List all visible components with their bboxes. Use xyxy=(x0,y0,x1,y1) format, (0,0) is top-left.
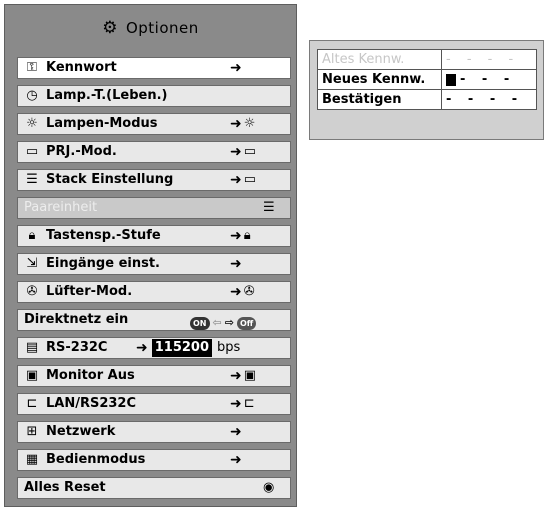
direct-power-toggle[interactable]: ON ⇦ ⇨ Off xyxy=(190,313,257,330)
menu-item-label: RS-232C xyxy=(46,340,108,355)
menu-item-label: Kennwort xyxy=(46,60,117,75)
menu-item-label: Eingänge einst. xyxy=(46,256,160,271)
gears-icon: ⚙ xyxy=(102,18,118,38)
menu-item-luefter-mod[interactable]: ✇ Lüfter-Mod. ➜ ✇ xyxy=(17,281,291,303)
stack-icon: ☰ xyxy=(26,172,38,187)
key-icon: ⚿ xyxy=(27,60,37,75)
confirm-password-label: Bestätigen xyxy=(317,89,442,110)
fan-icon: ✇ xyxy=(243,284,255,299)
on-pill[interactable]: ON xyxy=(190,316,210,330)
menu-item-direktnetz-ein[interactable]: Direktnetz ein ON ⇦ ⇨ Off xyxy=(17,309,291,331)
confirm-password-value[interactable]: - - - - xyxy=(441,89,537,110)
menu-item-label: LAN/RS232C xyxy=(46,396,137,411)
old-password-label: Altes Kennw. xyxy=(317,49,442,70)
menu-item-monitor-aus[interactable]: ▣ Monitor Aus ➜ ▣ xyxy=(17,365,291,387)
arrow-left-icon: ⇦ xyxy=(212,316,222,329)
arrow-right-icon: ⇨ xyxy=(224,316,234,329)
menu-item-label: Direktnetz ein xyxy=(24,312,129,327)
pair-icon: ☰ xyxy=(263,200,275,215)
menu-item-label: Lüfter-Mod. xyxy=(46,284,133,299)
menu-item-label: Lamp.-T.(Leben.) xyxy=(46,88,168,103)
arrow-right-icon: ➜ xyxy=(230,144,242,160)
old-password-value[interactable]: - - - - xyxy=(441,49,537,70)
new-password-row: Neues Kennw. - - - xyxy=(317,69,537,90)
arrow-right-icon: ➜ xyxy=(230,60,242,76)
menu-item-label: Monitor Aus xyxy=(46,368,135,383)
menu-item-lamp-timer[interactable]: ◷ Lamp.-T.(Leben.) xyxy=(17,85,291,107)
menu-item-lampen-modus[interactable]: ☼ Lampen-Modus ➜ ☼ xyxy=(17,113,291,135)
stack-setting-icon: ▭ xyxy=(243,172,257,187)
arrow-right-icon: ➜ xyxy=(230,172,242,188)
menu-item-label: Bedienmodus xyxy=(46,452,146,467)
menu-item-label: Alles Reset xyxy=(24,480,106,495)
arrow-right-icon: ➜ xyxy=(230,284,242,300)
arrow-right-icon: ➜ xyxy=(230,424,242,440)
menu-item-label: Stack Einstellung xyxy=(46,172,174,187)
password-table: Altes Kennw. - - - - Neues Kennw. - - - … xyxy=(317,49,537,110)
menu-title-text: Optionen xyxy=(125,19,199,37)
menu-item-label: PRJ.-Mod. xyxy=(46,144,117,159)
baud-rate-value[interactable]: 115200 xyxy=(151,339,213,357)
menu-item-label: Netzwerk xyxy=(46,424,116,439)
baud-unit: bps xyxy=(217,340,241,355)
lan-icon: ⊏ xyxy=(243,396,255,411)
confirm-password-row: Bestätigen - - - - xyxy=(317,89,537,110)
menu-item-label: Tastensp.-Stufe xyxy=(46,228,161,243)
lamp-mode-icon: ☼ xyxy=(243,116,256,131)
lock-icon: 🔒︎ xyxy=(243,228,251,243)
lamp-timer-icon: ◷ xyxy=(26,88,38,103)
rs232-icon: ▤ xyxy=(25,340,39,355)
menu-title: ⚙ Optionen xyxy=(5,5,296,51)
arrow-right-icon: ➜ xyxy=(136,340,148,356)
projection-icon: ▭ xyxy=(243,144,257,159)
menu-item-label: Lampen-Modus xyxy=(46,116,158,131)
operation-icon: ▦ xyxy=(25,452,39,467)
network-icon: ⊞ xyxy=(26,424,38,439)
monitor-icon: ▣ xyxy=(25,368,39,383)
arrow-right-icon: ➜ xyxy=(230,396,242,412)
menu-item-rs232c[interactable]: ▤ RS-232C ➜ 115200 bps xyxy=(17,337,291,359)
input-cursor xyxy=(446,73,456,86)
arrow-right-icon: ➜ xyxy=(230,368,242,384)
menu-item-alles-reset[interactable]: Alles Reset ◉ xyxy=(17,477,291,499)
new-password-value: - - - xyxy=(460,72,516,87)
menu-item-netzwerk[interactable]: ⊞ Netzwerk ➜ xyxy=(17,421,291,443)
reset-icon: ◉ xyxy=(263,480,275,495)
new-password-label: Neues Kennw. xyxy=(317,69,442,90)
menu-item-label: Paareinheit xyxy=(24,200,98,215)
input-icon: ⇲ xyxy=(26,256,38,271)
menu-item-lan-rs232c[interactable]: ⊏ LAN/RS232C ➜ ⊏ xyxy=(17,393,291,415)
arrow-right-icon: ➜ xyxy=(230,256,242,272)
menu-item-tastensp-stufe[interactable]: 🔒︎ Tastensp.-Stufe ➜ 🔒︎ xyxy=(17,225,291,247)
menu-item-bedienmodus[interactable]: ▦ Bedienmodus ➜ xyxy=(17,449,291,471)
menu-item-paareinheit: Paareinheit ☰ xyxy=(17,197,291,219)
arrow-right-icon: ➜ xyxy=(230,116,242,132)
password-panel: Altes Kennw. - - - - Neues Kennw. - - - … xyxy=(309,40,544,140)
old-password-row: Altes Kennw. - - - - xyxy=(317,49,537,70)
menu-item-eingaenge-einst[interactable]: ⇲ Eingänge einst. ➜ xyxy=(17,253,291,275)
arrow-right-icon: ➜ xyxy=(230,228,242,244)
fan-icon: ✇ xyxy=(26,284,38,299)
menu-item-stack-einstellung[interactable]: ☰ Stack Einstellung ➜ ▭ xyxy=(17,169,291,191)
lock-icon: 🔒︎ xyxy=(28,228,36,243)
menu-item-prj-mod[interactable]: ▭ PRJ.-Mod. ➜ ▭ xyxy=(17,141,291,163)
options-menu: ⚙ Optionen ⚿ Kennwort ➜ ◷ Lamp.-T.(Leben… xyxy=(4,4,297,507)
projection-icon: ▭ xyxy=(25,144,39,159)
lamp-icon: ☼ xyxy=(26,116,38,131)
lan-icon: ⊏ xyxy=(26,396,38,411)
menu-item-kennwort[interactable]: ⚿ Kennwort ➜ xyxy=(17,57,291,79)
new-password-field[interactable]: - - - xyxy=(441,69,537,90)
monitor-icon: ▣ xyxy=(243,368,257,383)
off-pill[interactable]: Off xyxy=(236,316,257,330)
arrow-right-icon: ➜ xyxy=(230,452,242,468)
